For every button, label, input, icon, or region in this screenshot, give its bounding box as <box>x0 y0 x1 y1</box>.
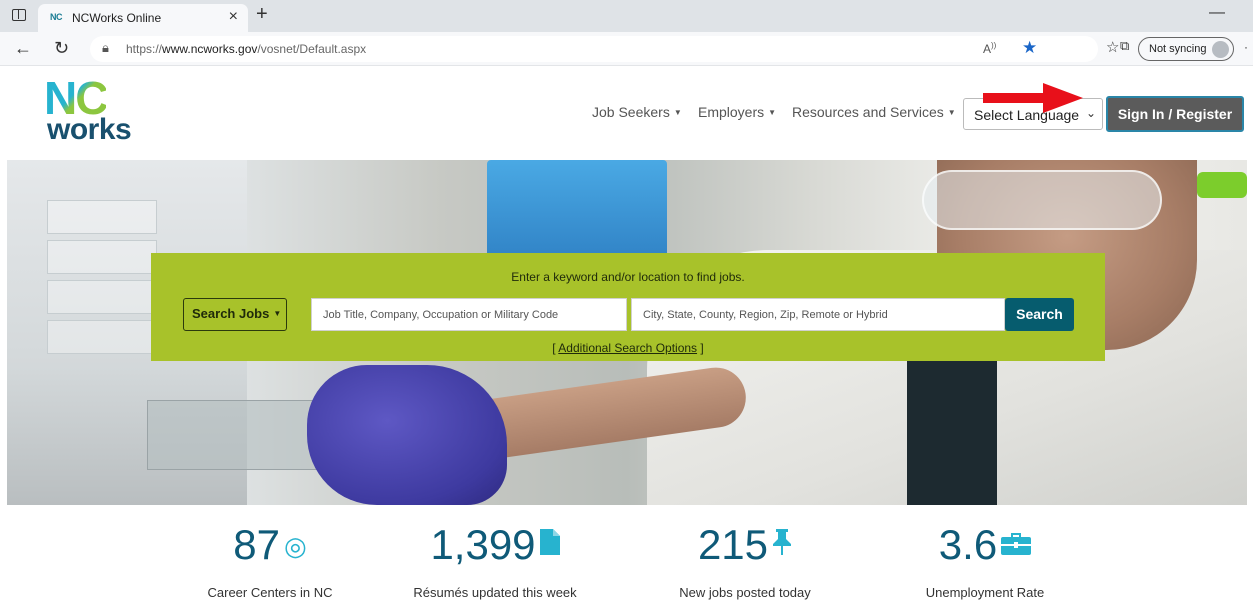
stat-label: Unemployment Rate <box>925 585 1045 600</box>
tab-title: NCWorks Online <box>72 11 162 25</box>
site-header: NC works Job Seekers ▼ Employers ▼ Resourc… <box>0 66 1253 160</box>
plus-icon[interactable]: + <box>256 3 268 26</box>
close-icon[interactable]: × <box>229 8 238 26</box>
lock-icon[interactable]: 🔒︎ <box>102 40 109 56</box>
caret-down-icon: ▼ <box>947 108 956 117</box>
url-input[interactable]: 🔒︎ https://www.ncworks.gov/vosnet/Defaul… <box>90 36 1098 62</box>
red-arrow-annotation-icon <box>983 83 1083 113</box>
briefcase-icon <box>1001 521 1032 571</box>
window-icon[interactable] <box>12 9 26 21</box>
nav-employers[interactable]: Employers ▼ <box>698 104 776 120</box>
job-search-panel: Enter a keyword and/or location to find … <box>151 253 1105 361</box>
stat-value: 3.6 <box>938 521 998 568</box>
nav-resources-services[interactable]: Resources and Services ▼ <box>792 104 956 120</box>
favicon-icon: NC <box>50 12 63 22</box>
stat-label: New jobs posted today <box>679 585 811 600</box>
sync-label: Not syncing <box>1149 43 1207 55</box>
stat-value: 1,399 <box>430 521 536 568</box>
caret-down-icon: ▼ <box>273 309 282 318</box>
more-icon[interactable]: · <box>1244 40 1248 54</box>
pin-icon <box>772 521 792 571</box>
search-button[interactable]: Search <box>1005 298 1074 331</box>
browser-tab[interactable]: NC NCWorks Online × <box>38 4 248 32</box>
stat-new-jobs: 215 New jobs posted today <box>660 520 830 600</box>
browser-tab-bar: NC NCWorks Online × + — <box>0 0 1253 32</box>
avatar-icon <box>1212 41 1229 58</box>
location-input[interactable] <box>631 298 1005 331</box>
stat-label: Résumés updated this week <box>413 585 577 600</box>
collections-icon[interactable]: ⧉ <box>1120 38 1129 54</box>
sign-in-register-button[interactable]: Sign In / Register <box>1106 96 1244 132</box>
read-aloud-icon[interactable]: A)) <box>983 41 996 56</box>
stat-value: 215 <box>697 521 769 568</box>
star-icon[interactable]: ★ <box>1022 38 1037 58</box>
stat-unemployment-rate: 3.6 Unemployment Rate <box>900 520 1070 600</box>
address-bar-row: ← ↻ 🔒︎ https://www.ncworks.gov/vosnet/De… <box>0 32 1253 66</box>
minimize-icon[interactable]: — <box>1209 4 1225 22</box>
back-icon[interactable]: ← <box>14 38 32 59</box>
refresh-icon[interactable]: ↻ <box>54 38 69 59</box>
chevron-down-icon: ⌄ <box>1085 106 1096 120</box>
additional-search-options-link[interactable]: Additional Search Options <box>558 341 697 355</box>
favorites-icon[interactable]: ☆ <box>1106 38 1119 56</box>
stat-career-centers: 87 ◎ Career Centers in NC <box>180 520 360 600</box>
document-icon <box>539 521 560 571</box>
caret-down-icon: ▼ <box>673 108 682 117</box>
stat-resumes-updated: 1,399 Résumés updated this week <box>390 520 600 600</box>
stat-value: 87 <box>233 521 281 568</box>
url-text: https://www.ncworks.gov/vosnet/Default.a… <box>126 42 367 56</box>
search-prompt: Enter a keyword and/or location to find … <box>511 270 745 284</box>
profile-button[interactable]: Not syncing <box>1138 37 1234 61</box>
keyword-input[interactable] <box>311 298 627 331</box>
stat-label: Career Centers in NC <box>207 585 333 600</box>
ncworks-logo[interactable]: NC works <box>44 75 144 152</box>
target-icon: ◎ <box>284 531 307 561</box>
search-type-dropdown[interactable]: Search Jobs ▼ <box>183 298 287 331</box>
caret-down-icon: ▼ <box>768 108 777 117</box>
nav-job-seekers[interactable]: Job Seekers ▼ <box>592 104 682 120</box>
